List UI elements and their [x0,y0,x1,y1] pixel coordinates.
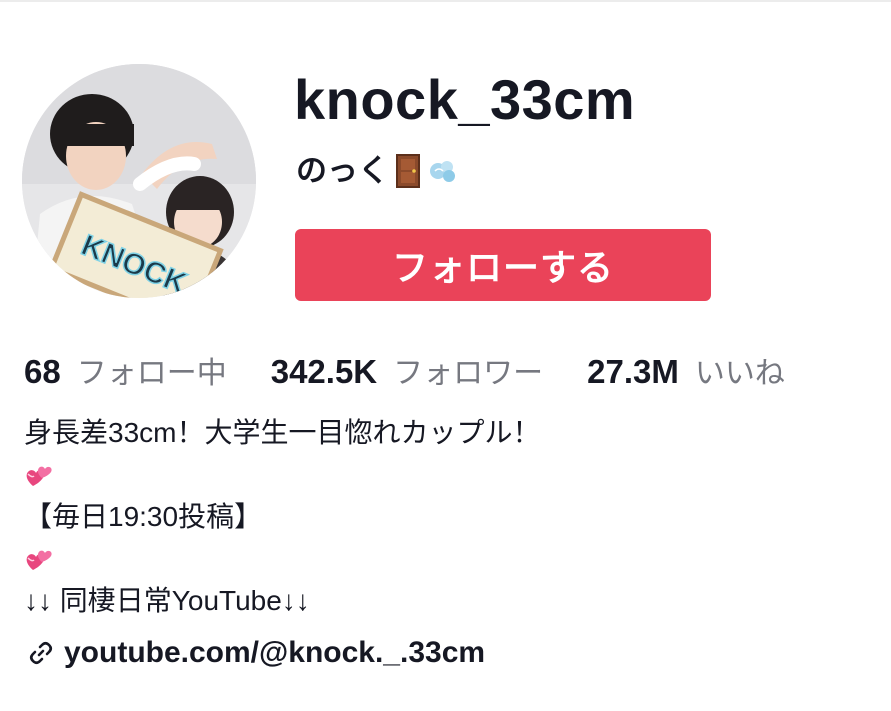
display-name-row: のっく [296,150,457,192]
display-name: のっく [296,153,389,188]
bio: 身長差33cm！大学生一目惚れカップル！ 【毎日19:30投稿】 ↓↓ 同棲日常… [24,412,540,622]
likes-label: いいね [694,357,785,390]
followers-label: フォロワー [393,357,544,390]
two-hearts-emoji [24,460,54,490]
link-icon [26,638,56,668]
dash-emoji [427,153,457,189]
avatar-photo: KNOCK [22,64,256,298]
two-hearts-emoji [24,544,54,574]
profile-link-text: youtube.com/@knock._.33cm [64,636,486,669]
likes-count: 27.3M [587,353,679,390]
followers-count: 342.5K [270,353,378,390]
profile-link[interactable]: youtube.com/@knock._.33cm [26,636,485,670]
stat-followers[interactable]: 342.5K フォロワー [271,348,543,392]
bio-line: 身長差33cm！大学生一目惚れカップル！ [24,417,541,448]
following-label: フォロー中 [76,357,227,390]
username: knock_33cm [294,68,636,131]
top-divider [0,0,891,2]
bio-line: ↓↓ 同棲日常YouTube↓↓ [24,585,310,616]
stats-row: 68 フォロー中 342.5K フォロワー 27.3M いいね [24,348,829,392]
stat-likes: 27.3M いいね [587,348,785,392]
avatar[interactable]: KNOCK [22,64,256,298]
following-count: 68 [24,353,61,390]
door-emoji [393,153,423,189]
follow-button[interactable]: フォローする [295,229,711,301]
stat-following[interactable]: 68 フォロー中 [24,348,227,392]
bio-line: 【毎日19:30投稿】 [24,501,263,532]
